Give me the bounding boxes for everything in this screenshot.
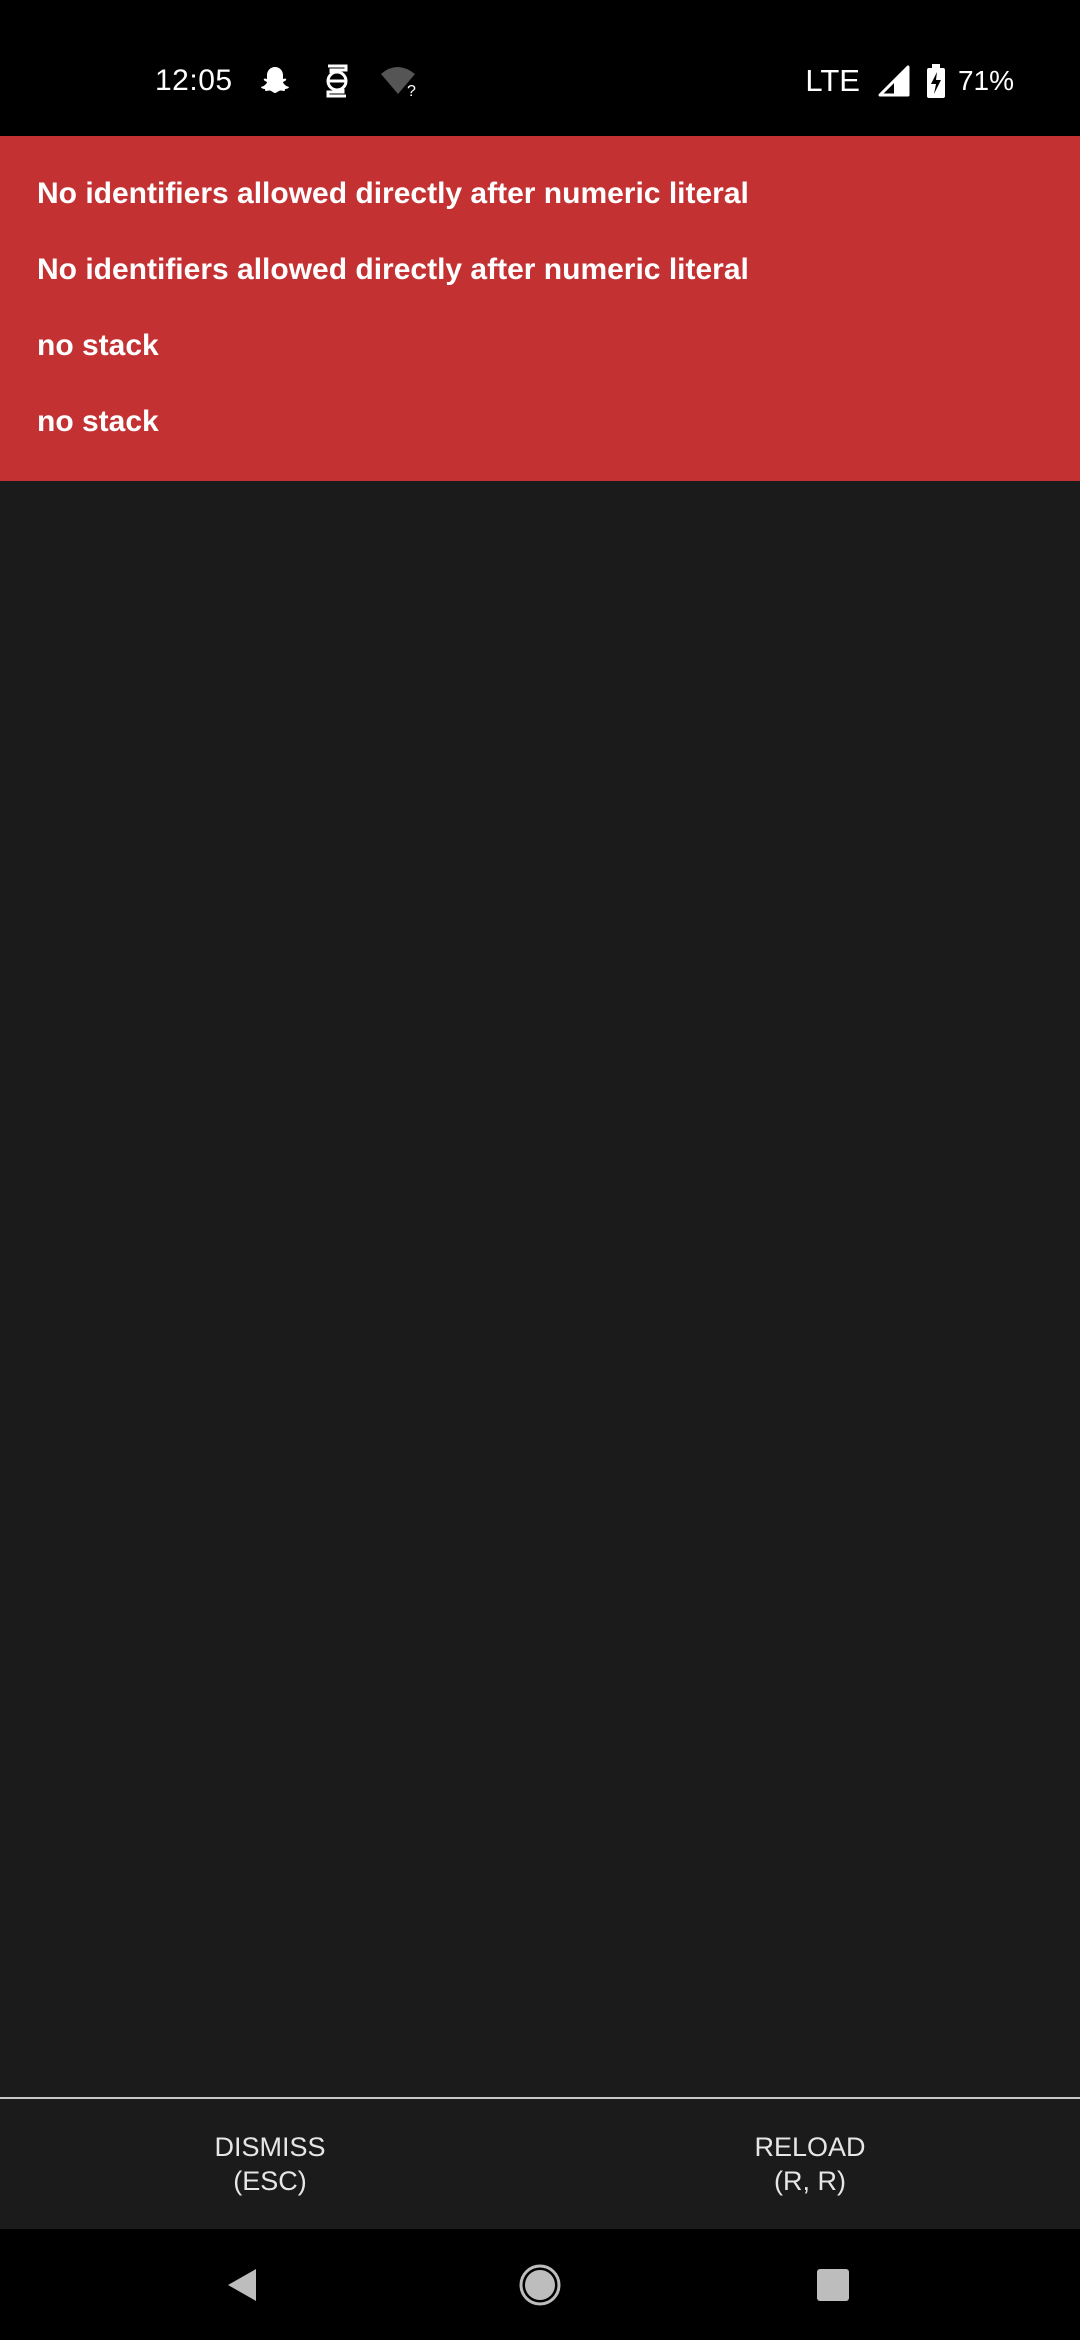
network-type: LTE xyxy=(805,63,860,98)
status-bar: 12:05 ? LTE 71% xyxy=(0,0,1080,136)
signal-icon xyxy=(874,61,914,101)
battery-percent: 71% xyxy=(957,65,1014,96)
status-time: 12:05 xyxy=(155,64,233,97)
home-button[interactable] xyxy=(480,2229,600,2340)
battery-charging-icon xyxy=(924,61,948,101)
recents-button[interactable] xyxy=(773,2229,893,2340)
svg-text:?: ? xyxy=(407,83,416,98)
back-button[interactable] xyxy=(182,2229,302,2340)
reload-button[interactable]: RELOAD (R, R) xyxy=(540,2099,1080,2229)
home-icon xyxy=(519,2264,561,2305)
status-left: 12:05 ? xyxy=(155,58,419,104)
screen: 12:05 ? LTE 71% No identifiers allowed d… xyxy=(0,0,1080,2340)
reload-shortcut: (R, R) xyxy=(774,2166,846,2196)
recents-icon xyxy=(817,2268,849,2301)
nav-bar xyxy=(0,2229,1080,2340)
dismiss-label: DISMISS xyxy=(214,2132,326,2162)
error-message: No identifiers allowed directly after nu… xyxy=(37,177,749,210)
dismiss-button[interactable]: DISMISS (ESC) xyxy=(0,2099,540,2229)
error-message: No identifiers allowed directly after nu… xyxy=(37,253,749,286)
wifi-unknown-icon: ? xyxy=(379,61,419,101)
status-right: LTE 71% xyxy=(805,58,1014,104)
error-stack: no stack xyxy=(37,329,159,362)
reload-label: RELOAD xyxy=(754,2132,866,2162)
action-bar: DISMISS (ESC) RELOAD (R, R) xyxy=(0,2097,1080,2229)
dismiss-shortcut: (ESC) xyxy=(233,2166,307,2196)
error-stack: no stack xyxy=(37,405,159,438)
back-icon xyxy=(228,2268,256,2301)
snapchat-icon xyxy=(255,61,295,101)
data-saver-icon xyxy=(317,61,357,101)
error-panel: No identifiers allowed directly after nu… xyxy=(0,136,1080,481)
